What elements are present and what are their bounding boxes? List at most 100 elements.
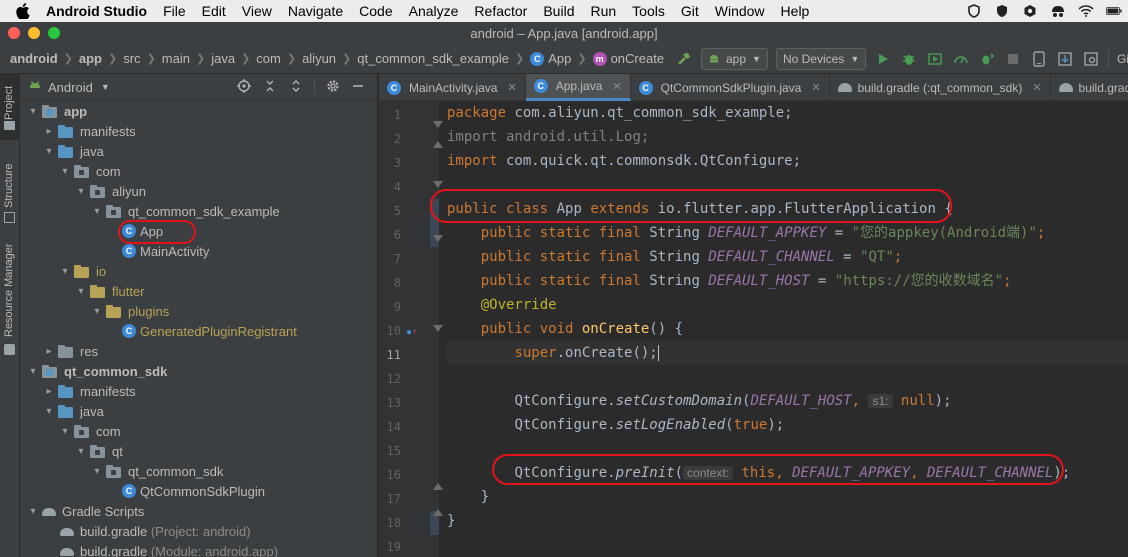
tree-item-res[interactable]: ▸ res (20, 341, 378, 361)
chevron-down-icon[interactable]: ▾ (90, 466, 104, 477)
device-manager-icon[interactable] (1030, 50, 1048, 68)
menu-edit[interactable]: Edit (202, 3, 226, 19)
fold-marker-icon[interactable] (433, 141, 443, 148)
tree-item-generatedpluginregistrant[interactable]: GeneratedPluginRegistrant (20, 321, 378, 341)
chevron-down-icon[interactable]: ▾ (26, 106, 40, 117)
fold-marker-icon[interactable] (433, 235, 443, 242)
minimize-window-button[interactable] (28, 27, 40, 39)
chevron-down-icon[interactable]: ▾ (58, 426, 72, 437)
tree-item-qt[interactable]: ▾ qt (20, 441, 378, 461)
menu-git[interactable]: Git (681, 3, 699, 19)
tab-mainactivity[interactable]: C MainActivity.java ✕ (379, 74, 526, 101)
tab-build-gradle-qt-common-sdk[interactable]: build.gradle (:qt_common_sdk) ✕ (830, 74, 1051, 101)
tree-item-qtcommonsdkplugin[interactable]: QtCommonSdkPlugin (20, 481, 378, 501)
side-tab-resource-manager[interactable]: Resource Manager (0, 239, 20, 349)
menu-file[interactable]: File (163, 3, 186, 19)
locate-file-icon[interactable] (236, 78, 252, 97)
git-label[interactable]: Git: (1117, 52, 1128, 66)
tree-item-com[interactable]: ▾ com (20, 161, 378, 181)
fold-marker-icon[interactable] (433, 509, 443, 516)
project-view-mode[interactable]: Android (48, 80, 93, 95)
tree-item-build-gradle-project[interactable]: build.gradle (Project: android) (20, 521, 378, 541)
menu-build[interactable]: Build (543, 3, 574, 19)
menu-tools[interactable]: Tools (632, 3, 665, 19)
breadcrumb-project[interactable]: android (10, 51, 58, 66)
override-marker-icon[interactable]: ●↑ (406, 327, 417, 338)
chevron-down-icon[interactable]: ▾ (58, 166, 72, 177)
layout-inspector-icon[interactable] (1082, 50, 1100, 68)
menu-refactor[interactable]: Refactor (474, 3, 527, 19)
tree-item-manifests[interactable]: ▸ manifests (20, 121, 378, 141)
tree-item-java[interactable]: ▾ java (20, 141, 378, 161)
tree-item-aliyun[interactable]: ▾ aliyun (20, 181, 378, 201)
attach-debugger-icon[interactable] (978, 50, 996, 68)
chevron-down-icon[interactable]: ▾ (42, 406, 56, 417)
menu-window[interactable]: Window (715, 3, 765, 19)
menu-analyze[interactable]: Analyze (409, 3, 459, 19)
close-icon[interactable]: ✕ (507, 81, 516, 94)
hide-panel-icon[interactable] (351, 78, 365, 97)
tree-item-java-2[interactable]: ▾ java (20, 401, 378, 421)
chevron-down-icon[interactable]: ▾ (74, 446, 88, 457)
tree-item-qt-common-sdk-example[interactable]: ▾ qt_common_sdk_example (20, 201, 378, 221)
tab-app-java[interactable]: C App.java ✕ (525, 74, 631, 101)
profile-icon[interactable] (952, 50, 970, 68)
battery-icon[interactable] (1106, 3, 1122, 19)
stop-icon[interactable] (1004, 50, 1022, 68)
fold-marker-icon[interactable] (433, 121, 443, 128)
tree-item-gradle-scripts[interactable]: ▾ Gradle Scripts (20, 501, 378, 521)
tree-item-qt-common-sdk-package[interactable]: ▾ qt_common_sdk (20, 461, 378, 481)
tree-item-qt-common-sdk-module[interactable]: ▾ qt_common_sdk (20, 361, 378, 381)
menu-app-name[interactable]: Android Studio (46, 3, 147, 19)
tree-item-manifests-2[interactable]: ▸ manifests (20, 381, 378, 401)
chevron-down-icon[interactable]: ▾ (26, 506, 40, 517)
breadcrumb-class[interactable]: App (548, 51, 571, 66)
chevron-down-icon[interactable]: ▾ (90, 206, 104, 217)
gear-icon[interactable] (325, 78, 341, 97)
menu-run[interactable]: Run (590, 3, 616, 19)
breadcrumb-method[interactable]: onCreate (611, 51, 664, 66)
tree-item-plugins[interactable]: ▾ plugins (20, 301, 378, 321)
menu-view[interactable]: View (242, 3, 272, 19)
chevron-down-icon[interactable]: ▾ (42, 146, 56, 157)
chevron-down-icon[interactable]: ▾ (26, 366, 40, 377)
tree-item-io[interactable]: ▾ io (20, 261, 378, 281)
fold-marker-icon[interactable] (433, 325, 443, 332)
breadcrumb-item-main[interactable]: main (162, 51, 190, 66)
maximize-window-button[interactable] (48, 27, 60, 39)
breadcrumb-item-com[interactable]: com (256, 51, 281, 66)
hammer-build-icon[interactable] (675, 50, 693, 68)
run-icon[interactable] (874, 50, 892, 68)
chevron-right-icon[interactable]: ▸ (42, 346, 56, 357)
run-config-dropdown[interactable]: app ▼ (701, 48, 768, 70)
close-window-button[interactable] (8, 27, 20, 39)
tab-qtcommonsdkplugin[interactable]: C QtCommonSdkPlugin.java ✕ (631, 74, 830, 101)
tab-build-gradle-app[interactable]: build.gradle (:app) (1051, 74, 1128, 101)
caret-down-icon[interactable]: ▼ (101, 82, 110, 92)
hexagon-icon[interactable] (1022, 3, 1038, 19)
breadcrumb-item-app[interactable]: app (79, 51, 102, 66)
tree-item-mainactivity[interactable]: MainActivity (20, 241, 378, 261)
chevron-down-icon[interactable]: ▾ (74, 286, 88, 297)
debug-icon[interactable] (900, 50, 918, 68)
chevron-down-icon[interactable]: ▾ (58, 266, 72, 277)
run-coverage-icon[interactable] (926, 50, 944, 68)
tree-item-app-class[interactable]: App (20, 221, 378, 241)
breadcrumb-item-java[interactable]: java (211, 51, 235, 66)
menu-help[interactable]: Help (781, 3, 810, 19)
apple-icon[interactable] (16, 3, 32, 19)
close-icon[interactable]: ✕ (811, 81, 820, 94)
shield-check-icon[interactable] (966, 3, 982, 19)
vpn-shield-icon[interactable] (994, 3, 1010, 19)
breadcrumb-item-package[interactable]: qt_common_sdk_example (357, 51, 509, 66)
collapse-all-icon[interactable] (288, 78, 304, 97)
expand-all-icon[interactable] (262, 78, 278, 97)
fold-marker-icon[interactable] (433, 483, 443, 490)
incognito-icon[interactable] (1050, 3, 1066, 19)
close-icon[interactable]: ✕ (1032, 81, 1041, 94)
close-icon[interactable]: ✕ (612, 80, 621, 93)
wifi-icon[interactable] (1078, 3, 1094, 19)
chevron-down-icon[interactable]: ▾ (74, 186, 88, 197)
chevron-down-icon[interactable]: ▾ (90, 306, 104, 317)
side-tab-project[interactable]: Project (0, 74, 20, 140)
